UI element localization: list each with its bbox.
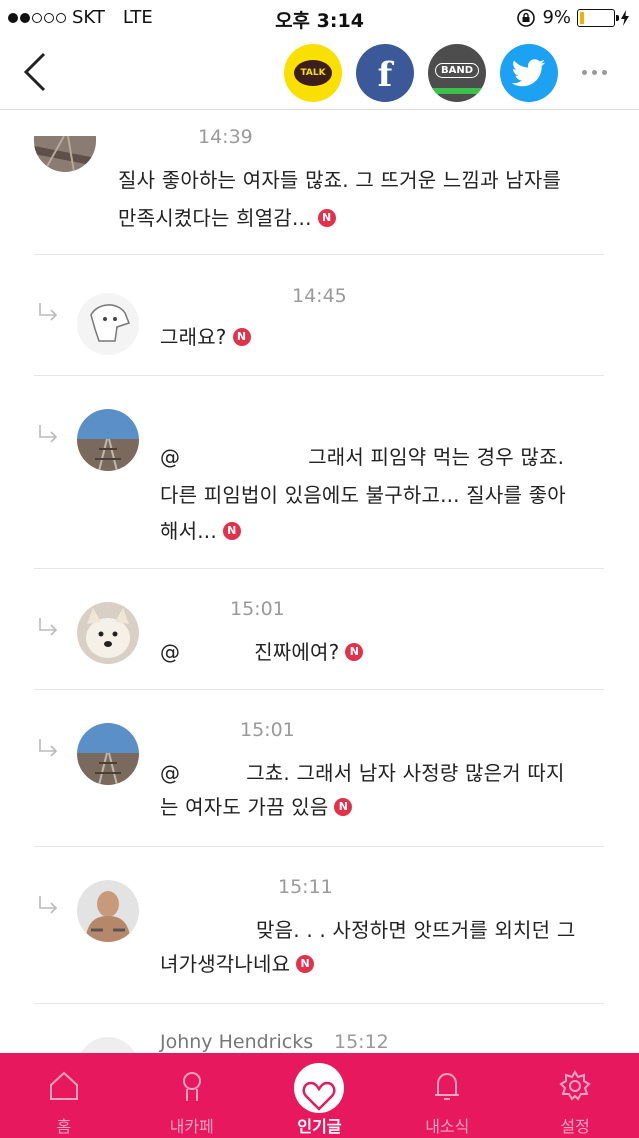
avatar[interactable]	[77, 602, 139, 664]
facebook-icon: f	[377, 55, 393, 95]
active-tab-indicator	[294, 1063, 345, 1113]
comment-item: @ 그래서 피임약 먹는 경우 많죠. 다른 피임법이 있음에도 불구하고... …	[0, 375, 639, 569]
comment-text: 그쵸. 그래서 남자 사정량 많은거 따지	[246, 761, 565, 785]
battery-percent: 9%	[542, 7, 571, 28]
facebook-share-button[interactable]: f	[356, 44, 414, 102]
more-dot	[581, 69, 587, 75]
comment-author[interactable]: Johny Hendricks	[160, 1031, 313, 1053]
comment-item: 14:39 질사 좋아하는 여자들 많죠. 그 뜨거운 느낌과 남자를 만족시켰…	[0, 110, 639, 255]
reply-arrow-icon	[39, 303, 58, 321]
comment-text-line: 그래요? N	[160, 321, 251, 350]
comment-text-line: @ 그래서 피임약 먹는 경우 많죠.	[160, 441, 564, 470]
charging-bolt-icon	[621, 9, 629, 26]
new-badge: N	[317, 208, 336, 227]
comment-item: 15:01 @ 진짜에여? N	[0, 568, 639, 690]
comment-text-line: @ 그쵸. 그래서 남자 사정량 많은거 따지	[160, 757, 565, 786]
tab-notifications[interactable]: 내소식	[383, 1053, 511, 1138]
comment-item: 15:01 @ 그쵸. 그래서 남자 사정량 많은거 따지 는 여자도 가끔 있음…	[0, 689, 639, 847]
avatar[interactable]	[34, 136, 96, 172]
more-dot	[591, 69, 597, 75]
comment-text: 질사 좋아하는 여자들 많죠. 그 뜨거운 느낌과 남자를	[118, 168, 562, 192]
comment-text: 진짜에여?	[254, 640, 340, 664]
comment-text: 해서...	[160, 519, 217, 543]
comment-item: Johny Hendricks 15:12	[0, 1003, 639, 1053]
comment-time: 15:01	[240, 719, 295, 741]
reply-arrow-icon	[39, 896, 58, 914]
kakao-talk-share-button[interactable]: TALK	[284, 44, 342, 102]
tab-label: 인기글	[297, 1117, 342, 1136]
more-dot	[601, 69, 607, 75]
comment-text: 그래서 피임약 먹는 경우 많죠.	[308, 445, 565, 469]
twitter-bird-icon	[512, 59, 545, 87]
comment-text: 그래요?	[160, 325, 227, 349]
tab-label: 내카페	[169, 1117, 214, 1136]
bell-icon	[435, 1072, 460, 1100]
twitter-share-button[interactable]	[500, 44, 558, 102]
new-badge: N	[334, 797, 353, 816]
tab-label: 홈	[56, 1117, 72, 1136]
battery-group: 9%	[516, 7, 629, 28]
comment-text-line: 질사 좋아하는 여자들 많죠. 그 뜨거운 느낌과 남자를	[118, 164, 561, 193]
reply-arrow-icon	[39, 618, 58, 636]
reply-arrow-icon	[39, 425, 58, 443]
tab-label: 내소식	[425, 1117, 470, 1136]
gear-icon	[559, 1070, 591, 1101]
comment-time: 15:11	[278, 876, 333, 898]
comment-text: 맞음. . . 사정하면 앗뜨거를 외치던 그	[256, 918, 576, 942]
mention[interactable]: @	[160, 445, 180, 469]
comment-item: 15:11 맞음. . . 사정하면 앗뜨거를 외치던 그 녀가생각나네요 N	[0, 846, 639, 1004]
comment-text: 는 여자도 가끔 있음	[160, 795, 329, 819]
tab-home[interactable]: 홈	[0, 1053, 128, 1138]
mention[interactable]: @	[160, 761, 180, 785]
more-options-button[interactable]	[574, 62, 614, 82]
comment-text: 녀가생각나네요	[160, 952, 291, 976]
band-share-button[interactable]: BAND	[428, 44, 486, 102]
avatar[interactable]	[77, 1037, 139, 1053]
comment-text-line: @ 진짜에여? N	[160, 636, 364, 665]
comment-text-line: 만족시켰다는 희열감... N	[118, 202, 336, 231]
avatar[interactable]	[77, 880, 139, 942]
rotation-lock-icon	[517, 8, 536, 27]
mention[interactable]: @	[160, 640, 180, 664]
new-badge: N	[222, 521, 241, 540]
battery-icon	[577, 8, 619, 27]
band-stripe	[428, 88, 486, 94]
new-badge: N	[345, 642, 364, 661]
comment-time: 14:39	[198, 126, 253, 148]
comment-time: 15:01	[230, 598, 285, 620]
avatar[interactable]	[77, 723, 139, 785]
band-icon: BAND	[434, 62, 480, 78]
avatar[interactable]	[77, 409, 139, 471]
status-bar: SKT LTE 오후 3:14 9%	[0, 0, 639, 36]
bottom-tab-bar: 홈 내카페 인기글 내소식 설정	[0, 1053, 639, 1138]
tab-settings[interactable]: 설정	[511, 1053, 639, 1138]
new-badge: N	[296, 954, 315, 973]
tab-popular[interactable]: 인기글	[256, 1053, 384, 1138]
share-toolbar: TALK f BAND	[0, 36, 639, 110]
person-icon	[182, 1072, 201, 1101]
comment-text: 다른 피임법이 있음에도 불구하고... 질사를 좋아	[160, 483, 566, 507]
comment-text-line: 해서... N	[160, 515, 241, 544]
comment-text: 만족시켰다는 희열감...	[118, 206, 312, 230]
new-badge: N	[232, 327, 251, 346]
comment-time: 14:45	[292, 285, 347, 307]
home-icon	[49, 1071, 78, 1100]
avatar[interactable]	[77, 293, 139, 355]
tab-my-cafe[interactable]: 내카페	[128, 1053, 256, 1138]
back-chevron-icon[interactable]	[18, 50, 54, 94]
kakao-talk-icon: TALK	[294, 60, 332, 86]
comment-text-line: 는 여자도 가끔 있음 N	[160, 791, 353, 820]
comment-item: 14:45 그래요? N	[0, 255, 639, 376]
comment-text-line: 맞음. . . 사정하면 앗뜨거를 외치던 그	[160, 914, 575, 943]
comment-text-line: 녀가생각나네요 N	[160, 948, 315, 977]
comment-text-line: 다른 피임법이 있음에도 불구하고... 질사를 좋아	[160, 479, 566, 508]
reply-arrow-icon	[39, 739, 58, 757]
heart-icon	[303, 1081, 336, 1111]
tab-label: 설정	[560, 1117, 590, 1136]
comment-time: 15:12	[334, 1031, 389, 1053]
